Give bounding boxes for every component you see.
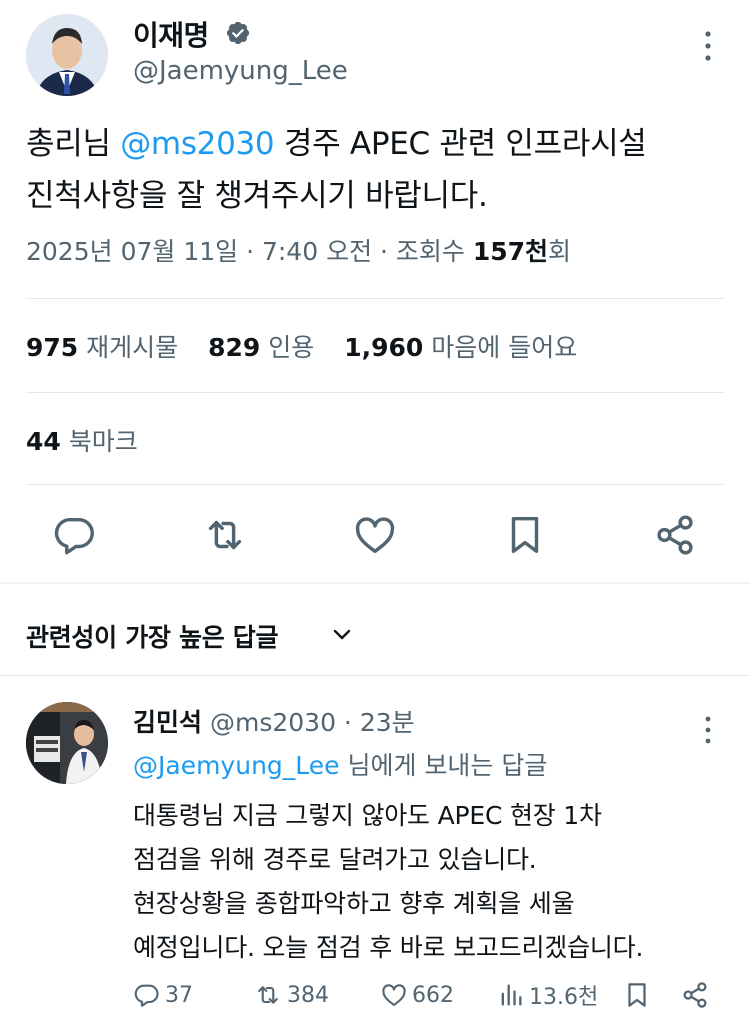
reply-views-button[interactable]: 13.6천 xyxy=(497,980,598,1010)
reply-icon[interactable] xyxy=(52,512,98,558)
reply-author-name[interactable]: 김민석 xyxy=(133,708,202,737)
analytics-icon xyxy=(501,984,522,1006)
bookmark-icon[interactable] xyxy=(622,979,652,1011)
repost-icon[interactable] xyxy=(202,512,248,558)
reply-replies-button[interactable]: 37 xyxy=(133,980,193,1010)
reply-reposts-button[interactable]: 384 xyxy=(253,980,329,1010)
replying-to-mention[interactable]: @Jaemyung_Lee xyxy=(133,751,340,780)
view-count: 157천 xyxy=(472,237,549,266)
share-icon[interactable] xyxy=(680,979,710,1011)
like-icon xyxy=(382,984,406,1006)
reply-time[interactable]: · 23분 xyxy=(336,708,415,737)
engagement-stats: 975 재게시물 829 인용 1,960 마음에 들어요 xyxy=(26,328,577,364)
more-options-icon[interactable] xyxy=(698,712,718,748)
reply-text: 대통령님 지금 그렇지 않아도 APEC 현장 1차 점검을 위해 경주로 달려… xyxy=(133,801,644,962)
verified-badge-icon xyxy=(226,21,250,45)
tweet-text: 총리님 @ms2030 경주 APEC 관련 인프라시설 진척사항을 잘 챙겨주… xyxy=(26,126,647,214)
share-icon[interactable] xyxy=(652,512,698,558)
bookmarks-stat[interactable]: 44 북마크 xyxy=(26,422,138,458)
reply-icon xyxy=(134,984,159,1007)
reply-likes-button[interactable]: 662 xyxy=(380,980,454,1010)
likes-stat[interactable]: 1,960 마음에 들어요 xyxy=(344,333,577,362)
author-name[interactable]: 이재명 xyxy=(133,14,209,54)
reply-author-handle[interactable]: @ms2030 xyxy=(210,708,336,737)
like-icon[interactable] xyxy=(352,512,398,558)
tweet-meta: 2025년 07월 11일 · 7:40 오전 · 조회수 157천회 xyxy=(26,237,572,266)
repost-icon xyxy=(258,986,278,1004)
quotes-stat[interactable]: 829 인용 xyxy=(208,333,314,362)
more-options-icon[interactable] xyxy=(698,26,718,66)
replies-sort-label[interactable]: 관련성이 가장 높은 답글 xyxy=(26,618,279,654)
bookmark-icon[interactable] xyxy=(502,512,548,558)
reposts-stat[interactable]: 975 재게시물 xyxy=(26,333,178,362)
author-avatar[interactable] xyxy=(26,14,108,96)
author-handle[interactable]: @Jaemyung_Lee xyxy=(133,56,348,86)
tweet-timestamp[interactable]: 2025년 07월 11일 · 7:40 오전 · 조회수 xyxy=(26,237,473,266)
chevron-down-icon[interactable] xyxy=(330,622,354,646)
reply-author-avatar[interactable] xyxy=(26,702,108,784)
mention-link[interactable]: @ms2030 xyxy=(120,126,274,162)
replying-to: @Jaemyung_Lee 님에게 보내는 답글 xyxy=(133,751,548,780)
reply-header: 김민석 @ms2030 · 23분 xyxy=(133,703,415,739)
